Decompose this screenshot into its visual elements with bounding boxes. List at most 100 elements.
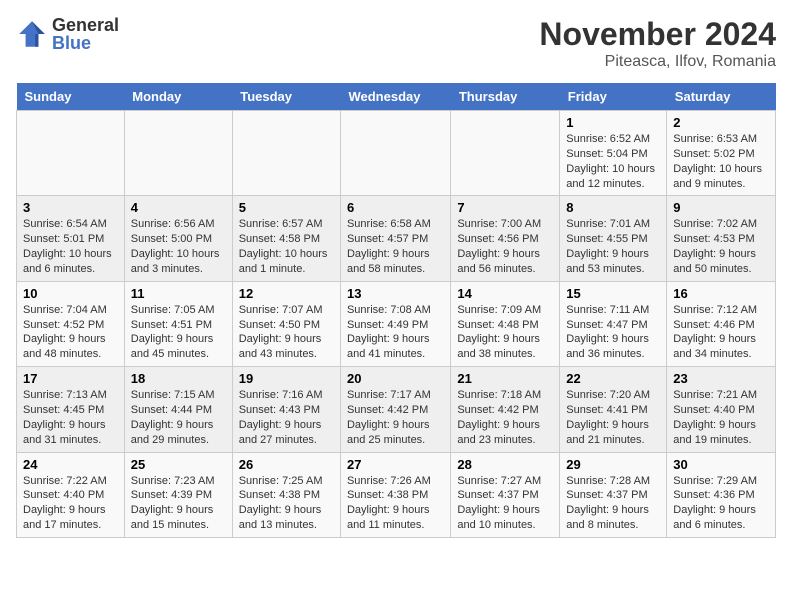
day-info: Sunrise: 7:16 AMSunset: 4:43 PMDaylight:… — [239, 388, 334, 447]
day-number: 11 — [131, 286, 226, 301]
day-info: Sunrise: 7:09 AMSunset: 4:48 PMDaylight:… — [457, 303, 553, 362]
calendar-cell — [232, 111, 340, 196]
day-number: 20 — [347, 371, 444, 386]
calendar-cell: 29 Sunrise: 7:28 AMSunset: 4:37 PMDayligh… — [560, 452, 667, 537]
calendar-cell: 18 Sunrise: 7:15 AMSunset: 4:44 PMDayligh… — [124, 367, 232, 452]
day-number: 1 — [566, 115, 660, 130]
calendar-cell — [17, 111, 125, 196]
weekday-header-tuesday: Tuesday — [232, 83, 340, 111]
day-info: Sunrise: 7:20 AMSunset: 4:41 PMDaylight:… — [566, 388, 660, 447]
calendar-cell: 15 Sunrise: 7:11 AMSunset: 4:47 PMDayligh… — [560, 281, 667, 366]
weekday-header-thursday: Thursday — [451, 83, 560, 111]
day-info: Sunrise: 6:58 AMSunset: 4:57 PMDaylight:… — [347, 217, 444, 276]
title-block: November 2024 Piteasca, Ilfov, Romania — [539, 16, 776, 71]
calendar-cell: 19 Sunrise: 7:16 AMSunset: 4:43 PMDayligh… — [232, 367, 340, 452]
day-info: Sunrise: 7:02 AMSunset: 4:53 PMDaylight:… — [673, 217, 769, 276]
calendar-cell: 9 Sunrise: 7:02 AMSunset: 4:53 PMDaylight… — [667, 196, 776, 281]
day-info: Sunrise: 6:57 AMSunset: 4:58 PMDaylight:… — [239, 217, 334, 276]
day-info: Sunrise: 7:27 AMSunset: 4:37 PMDaylight:… — [457, 474, 553, 533]
day-number: 27 — [347, 457, 444, 472]
day-number: 17 — [23, 371, 118, 386]
day-info: Sunrise: 7:17 AMSunset: 4:42 PMDaylight:… — [347, 388, 444, 447]
calendar-week-row: 10Sunrise: 7:04 AMSunset: 4:52 PMDayligh… — [17, 281, 776, 366]
day-number: 6 — [347, 200, 444, 215]
calendar-cell: 21Sunrise: 7:18 AMSunset: 4:42 PMDayligh… — [451, 367, 560, 452]
calendar-cell: 16 Sunrise: 7:12 AMSunset: 4:46 PMDayligh… — [667, 281, 776, 366]
calendar-week-row: 24Sunrise: 7:22 AMSunset: 4:40 PMDayligh… — [17, 452, 776, 537]
calendar-cell: 27 Sunrise: 7:26 AMSunset: 4:38 PMDayligh… — [340, 452, 450, 537]
calendar-cell: 24Sunrise: 7:22 AMSunset: 4:40 PMDayligh… — [17, 452, 125, 537]
calendar-cell: 6 Sunrise: 6:58 AMSunset: 4:57 PMDaylight… — [340, 196, 450, 281]
day-info: Sunrise: 7:00 AMSunset: 4:56 PMDaylight:… — [457, 217, 553, 276]
logo: General Blue — [16, 16, 119, 52]
calendar-week-row: 17Sunrise: 7:13 AMSunset: 4:45 PMDayligh… — [17, 367, 776, 452]
day-info: Sunrise: 7:18 AMSunset: 4:42 PMDaylight:… — [457, 388, 553, 447]
day-number: 23 — [673, 371, 769, 386]
page-header: General Blue November 2024 Piteasca, Ilf… — [16, 16, 776, 71]
logo-icon — [16, 18, 48, 50]
calendar-week-row: 1 Sunrise: 6:52 AMSunset: 5:04 PMDaylight… — [17, 111, 776, 196]
day-number: 4 — [131, 200, 226, 215]
calendar-cell: 2 Sunrise: 6:53 AMSunset: 5:02 PMDaylight… — [667, 111, 776, 196]
day-number: 22 — [566, 371, 660, 386]
calendar-cell — [451, 111, 560, 196]
day-number: 18 — [131, 371, 226, 386]
day-info: Sunrise: 7:01 AMSunset: 4:55 PMDaylight:… — [566, 217, 660, 276]
day-number: 10 — [23, 286, 118, 301]
calendar-cell: 23 Sunrise: 7:21 AMSunset: 4:40 PMDayligh… — [667, 367, 776, 452]
calendar-cell: 30Sunrise: 7:29 AMSunset: 4:36 PMDayligh… — [667, 452, 776, 537]
logo-text: General Blue — [52, 16, 119, 52]
weekday-header-sunday: Sunday — [17, 83, 125, 111]
day-number: 28 — [457, 457, 553, 472]
day-info: Sunrise: 7:22 AMSunset: 4:40 PMDaylight:… — [23, 474, 118, 533]
day-info: Sunrise: 6:56 AMSunset: 5:00 PMDaylight:… — [131, 217, 226, 276]
day-number: 7 — [457, 200, 553, 215]
day-info: Sunrise: 7:25 AMSunset: 4:38 PMDaylight:… — [239, 474, 334, 533]
day-info: Sunrise: 7:21 AMSunset: 4:40 PMDaylight:… — [673, 388, 769, 447]
day-number: 8 — [566, 200, 660, 215]
calendar-cell: 5Sunrise: 6:57 AMSunset: 4:58 PMDaylight… — [232, 196, 340, 281]
day-info: Sunrise: 7:29 AMSunset: 4:36 PMDaylight:… — [673, 474, 769, 533]
weekday-header-monday: Monday — [124, 83, 232, 111]
calendar-table: SundayMondayTuesdayWednesdayThursdayFrid… — [16, 83, 776, 538]
day-number: 15 — [566, 286, 660, 301]
weekday-header-row: SundayMondayTuesdayWednesdayThursdayFrid… — [17, 83, 776, 111]
weekday-header-wednesday: Wednesday — [340, 83, 450, 111]
calendar-cell: 14Sunrise: 7:09 AMSunset: 4:48 PMDayligh… — [451, 281, 560, 366]
calendar-cell: 26Sunrise: 7:25 AMSunset: 4:38 PMDayligh… — [232, 452, 340, 537]
weekday-header-friday: Friday — [560, 83, 667, 111]
day-number: 13 — [347, 286, 444, 301]
day-info: Sunrise: 7:23 AMSunset: 4:39 PMDaylight:… — [131, 474, 226, 533]
day-number: 29 — [566, 457, 660, 472]
logo-blue-label: Blue — [52, 34, 119, 52]
day-info: Sunrise: 7:11 AMSunset: 4:47 PMDaylight:… — [566, 303, 660, 362]
day-number: 19 — [239, 371, 334, 386]
day-info: Sunrise: 6:53 AMSunset: 5:02 PMDaylight:… — [673, 132, 769, 191]
weekday-header-saturday: Saturday — [667, 83, 776, 111]
logo-general-label: General — [52, 16, 119, 34]
calendar-cell: 22 Sunrise: 7:20 AMSunset: 4:41 PMDayligh… — [560, 367, 667, 452]
day-info: Sunrise: 7:15 AMSunset: 4:44 PMDaylight:… — [131, 388, 226, 447]
day-info: Sunrise: 7:28 AMSunset: 4:37 PMDaylight:… — [566, 474, 660, 533]
calendar-week-row: 3Sunrise: 6:54 AMSunset: 5:01 PMDaylight… — [17, 196, 776, 281]
day-info: Sunrise: 7:26 AMSunset: 4:38 PMDaylight:… — [347, 474, 444, 533]
calendar-cell: 17Sunrise: 7:13 AMSunset: 4:45 PMDayligh… — [17, 367, 125, 452]
day-info: Sunrise: 7:08 AMSunset: 4:49 PMDaylight:… — [347, 303, 444, 362]
day-info: Sunrise: 7:07 AMSunset: 4:50 PMDaylight:… — [239, 303, 334, 362]
day-number: 9 — [673, 200, 769, 215]
calendar-cell: 7 Sunrise: 7:00 AMSunset: 4:56 PMDaylight… — [451, 196, 560, 281]
calendar-cell: 25Sunrise: 7:23 AMSunset: 4:39 PMDayligh… — [124, 452, 232, 537]
calendar-cell: 12Sunrise: 7:07 AMSunset: 4:50 PMDayligh… — [232, 281, 340, 366]
location-label: Piteasca, Ilfov, Romania — [539, 53, 776, 71]
day-info: Sunrise: 6:52 AMSunset: 5:04 PMDaylight:… — [566, 132, 660, 191]
calendar-cell: 28 Sunrise: 7:27 AMSunset: 4:37 PMDayligh… — [451, 452, 560, 537]
calendar-cell: 11 Sunrise: 7:05 AMSunset: 4:51 PMDayligh… — [124, 281, 232, 366]
day-info: Sunrise: 7:12 AMSunset: 4:46 PMDaylight:… — [673, 303, 769, 362]
day-number: 16 — [673, 286, 769, 301]
calendar-cell: 13 Sunrise: 7:08 AMSunset: 4:49 PMDayligh… — [340, 281, 450, 366]
calendar-cell: 1 Sunrise: 6:52 AMSunset: 5:04 PMDaylight… — [560, 111, 667, 196]
calendar-cell — [340, 111, 450, 196]
day-info: Sunrise: 7:05 AMSunset: 4:51 PMDaylight:… — [131, 303, 226, 362]
day-number: 2 — [673, 115, 769, 130]
calendar-cell: 3Sunrise: 6:54 AMSunset: 5:01 PMDaylight… — [17, 196, 125, 281]
